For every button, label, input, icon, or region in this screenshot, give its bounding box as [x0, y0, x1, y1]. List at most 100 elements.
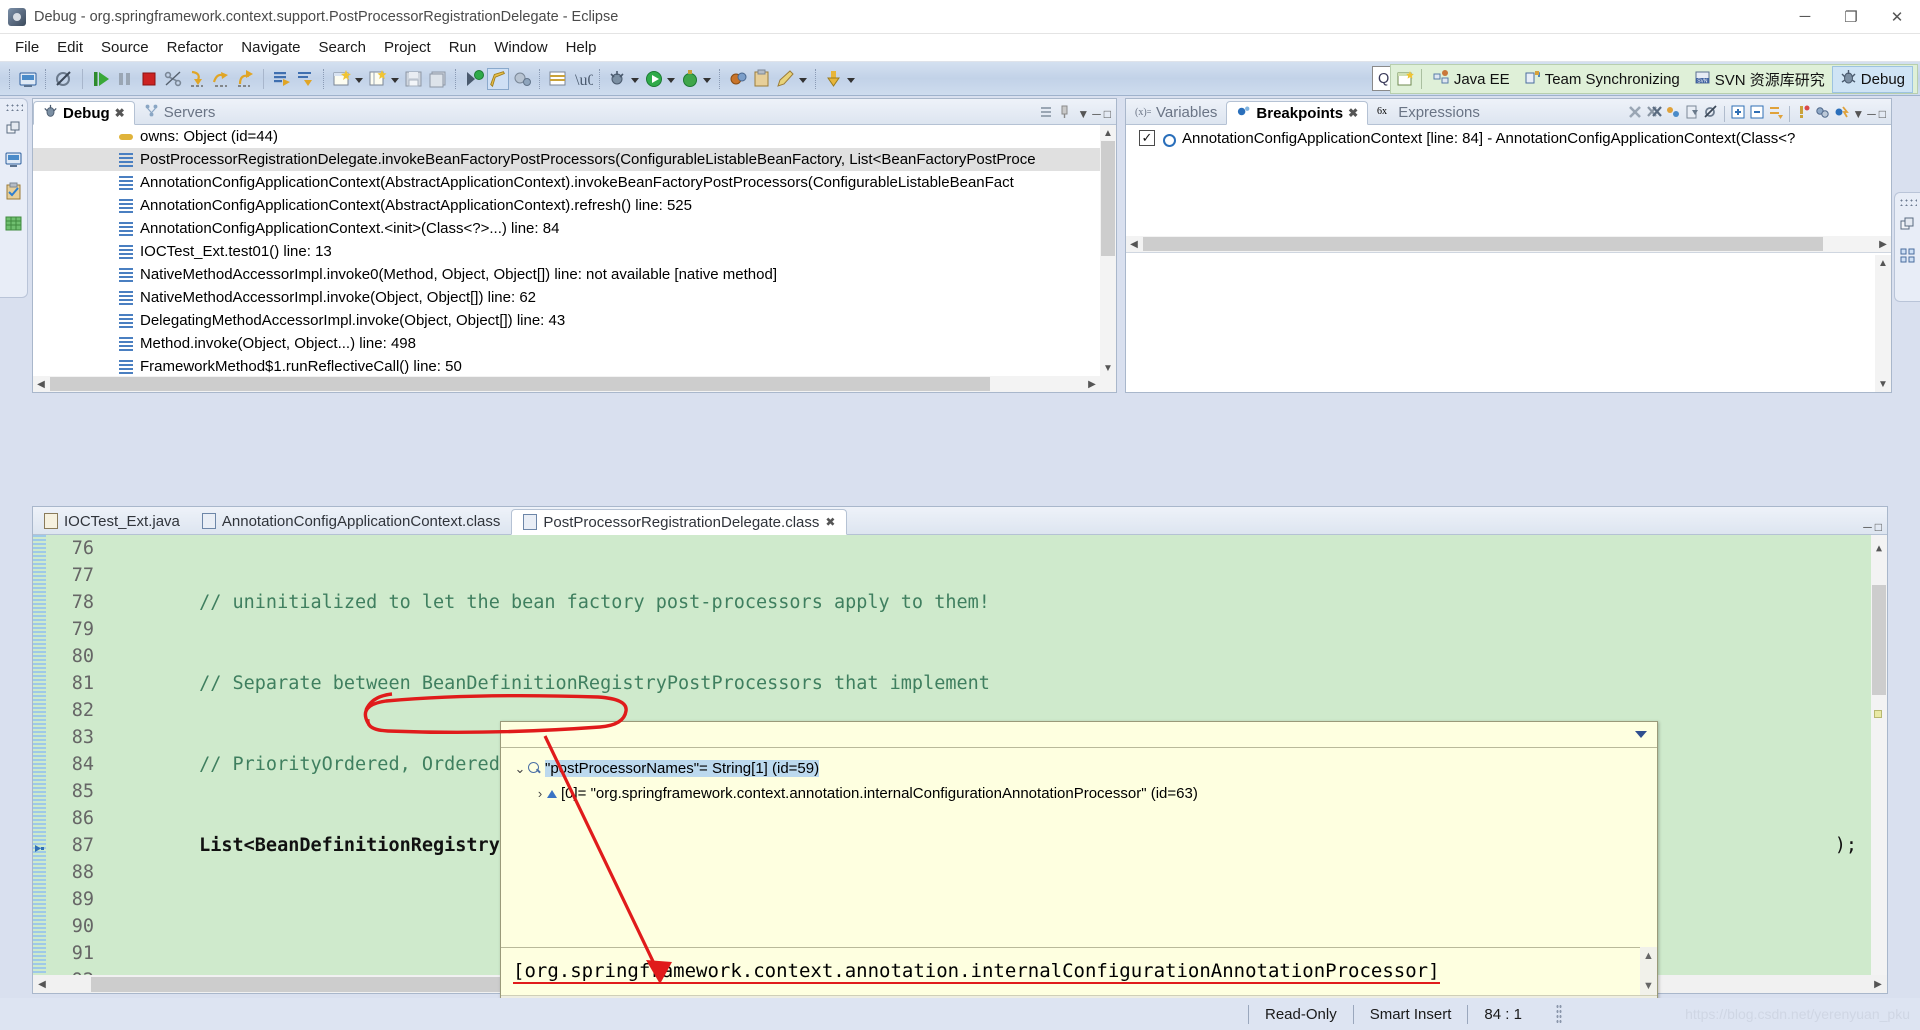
close-button[interactable]: ✕ — [1874, 0, 1920, 33]
download-dropdown-icon[interactable] — [846, 69, 856, 89]
stack-row[interactable]: NativeMethodAccessorImpl.invoke(Object, … — [33, 286, 1116, 309]
debug-horizontal-scrollbar[interactable]: ◀ ▶ — [33, 376, 1116, 392]
expand-all-icon[interactable] — [1730, 104, 1746, 124]
close-icon[interactable]: ✖ — [115, 106, 125, 120]
debug-view-icon[interactable] — [4, 150, 23, 173]
stack-row[interactable]: PostProcessorRegistrationDelegate.invoke… — [33, 148, 1116, 171]
menu-navigate[interactable]: Navigate — [232, 37, 309, 58]
perspective-java-ee[interactable]: Java EE — [1426, 67, 1517, 92]
sort-breakpoints-icon[interactable] — [1768, 104, 1784, 124]
goto-file-icon[interactable] — [1684, 104, 1700, 124]
stack-row[interactable]: AnnotationConfigApplicationContext.<init… — [33, 217, 1116, 240]
show-whitespace-icon[interactable]: \u00b6 — [571, 68, 619, 90]
resume-icon[interactable] — [90, 68, 112, 90]
remove-breakpoint-icon[interactable] — [1627, 104, 1643, 124]
add-exception-breakpoint-icon[interactable] — [1795, 104, 1811, 124]
popup-variable-tree[interactable]: ⌄ "postProcessorNames"= String[1] (id=59… — [501, 748, 1657, 806]
perspective-debug[interactable]: Debug — [1831, 65, 1913, 93]
maximize-view-icon[interactable]: □ — [1104, 107, 1111, 121]
perspective-team-synchronizing[interactable]: Team Synchronizing — [1517, 67, 1687, 92]
popup-menu-icon[interactable] — [1635, 731, 1647, 738]
debug-view-menu-icon[interactable] — [1039, 104, 1055, 124]
menu-window[interactable]: Window — [485, 37, 556, 58]
tasks-view-icon[interactable] — [4, 182, 23, 205]
debug-vertical-scrollbar[interactable]: ▲ ▼ — [1100, 125, 1116, 376]
tab-expressions[interactable]: 6x Expressions — [1368, 100, 1489, 124]
maximize-editor-icon[interactable]: □ — [1875, 520, 1882, 534]
skip-all-breakpoints-view-icon[interactable] — [1703, 104, 1719, 124]
debug-history-dropdown-icon[interactable] — [630, 69, 640, 89]
restore-view-icon[interactable] — [5, 120, 22, 141]
step-into-icon[interactable] — [186, 68, 208, 90]
new-wizard-dropdown-icon[interactable] — [354, 69, 364, 89]
annotation-ruler[interactable] — [33, 535, 46, 975]
minimize-view-icon[interactable]: ─ — [1092, 107, 1101, 121]
close-icon[interactable]: ✖ — [825, 515, 835, 529]
drop-to-frame-icon[interactable] — [271, 68, 293, 90]
editor-overview-ruler[interactable]: ▲ — [1871, 535, 1887, 975]
use-step-filters-icon[interactable] — [295, 68, 317, 90]
menu-search[interactable]: Search — [309, 37, 375, 58]
stack-row[interactable]: AnnotationConfigApplicationContext(Abstr… — [33, 194, 1116, 217]
editor-tab-postprocessorregistrationdelegate[interactable]: PostProcessorRegistrationDelegate.class … — [511, 509, 848, 535]
popup-tree-row[interactable]: ⌄ "postProcessorNames"= String[1] (id=59… — [511, 756, 1657, 781]
save-all-icon[interactable] — [427, 68, 449, 90]
editor-tab-annotationconfigapplicationcontext[interactable]: AnnotationConfigApplicationContext.class — [191, 508, 512, 534]
breakpoint-row[interactable]: ✓ AnnotationConfigApplicationContext [li… — [1126, 125, 1891, 151]
coverage-dropdown-icon[interactable] — [702, 69, 712, 89]
tab-variables[interactable]: (x)= Variables — [1126, 100, 1226, 124]
editor-tab-ioctest[interactable]: IOCTest_Ext.java — [33, 508, 191, 534]
minimize-editor-icon[interactable]: ─ — [1863, 520, 1872, 534]
close-icon[interactable]: ✖ — [1348, 106, 1358, 120]
coverage-icon[interactable] — [679, 68, 701, 90]
run-icon[interactable] — [643, 68, 665, 90]
clipboard-icon[interactable] — [751, 68, 773, 90]
download-icon[interactable] — [823, 68, 845, 90]
breakpoint-detail-pane[interactable] — [1126, 252, 1891, 392]
new-java-class-dropdown-icon[interactable] — [390, 69, 400, 89]
skip-all-breakpoints-icon[interactable] — [17, 68, 39, 90]
step-return-icon[interactable] — [234, 68, 256, 90]
breakpoint-hit-count-icon[interactable] — [1833, 104, 1850, 124]
debug-stack-list[interactable]: owns: Object (id=44) PostProcessorRegist… — [33, 125, 1116, 392]
menu-help[interactable]: Help — [557, 37, 606, 58]
stack-row[interactable]: IOCTest_Ext.test01() line: 13 — [33, 240, 1116, 263]
save-icon[interactable] — [403, 68, 425, 90]
popup-tree-row[interactable]: › [0]= "org.springframework.context.anno… — [511, 781, 1657, 806]
edit-pencil-icon[interactable] — [775, 68, 797, 90]
collapse-twisty-icon[interactable]: › — [533, 786, 547, 801]
link-with-debug-view-icon[interactable] — [1665, 104, 1681, 124]
debug-dropdown-icon[interactable] — [607, 68, 629, 90]
debug-inspect-popup[interactable]: ⌄ "postProcessorNames"= String[1] (id=59… — [500, 721, 1658, 1030]
open-perspective-toolbar-icon[interactable] — [727, 68, 749, 90]
breakpoint-detail-scrollbar[interactable]: ▲ ▼ — [1875, 255, 1891, 392]
menu-edit[interactable]: Edit — [48, 37, 92, 58]
minimize-button[interactable]: ─ — [1782, 0, 1828, 33]
debug-launch-icon[interactable] — [463, 68, 485, 90]
minimize-view-icon[interactable]: ─ — [1867, 107, 1876, 121]
stack-row[interactable]: DelegatingMethodAccessorImpl.invoke(Obje… — [33, 309, 1116, 332]
terminate-icon[interactable] — [138, 68, 160, 90]
servers-view-icon[interactable] — [4, 214, 23, 237]
tab-debug[interactable]: Debug ✖ — [33, 101, 135, 125]
menu-source[interactable]: Source — [92, 37, 158, 58]
breakpoint-checkbox[interactable]: ✓ — [1139, 130, 1155, 146]
menu-project[interactable]: Project — [375, 37, 440, 58]
working-sets-icon[interactable] — [1814, 104, 1830, 124]
popup-value-text[interactable]: [org.springframework.context.annotation.… — [501, 947, 1657, 995]
popup-value-vertical-scrollbar[interactable]: ▲ ▼ — [1640, 947, 1657, 995]
breakpoints-horizontal-scrollbar[interactable]: ◀ ▶ — [1126, 236, 1891, 252]
new-java-class-icon[interactable] — [367, 68, 389, 90]
pin-view-icon[interactable] — [1058, 104, 1074, 124]
status-drag-handle[interactable] — [1555, 1004, 1562, 1024]
disable-breakpoints-icon[interactable] — [53, 68, 75, 90]
stack-row[interactable]: FrameworkMethod$1.runReflectiveCall() li… — [33, 355, 1116, 378]
tab-servers[interactable]: Servers — [135, 100, 225, 124]
perspective-svn-repository[interactable]: SVN SVN 资源库研究 — [1687, 67, 1832, 92]
restore-view-icon-right[interactable] — [1899, 216, 1916, 237]
stack-row[interactable]: NativeMethodAccessorImpl.invoke0(Method,… — [33, 263, 1116, 286]
tab-breakpoints[interactable]: Breakpoints ✖ — [1226, 101, 1369, 125]
view-menu-icon[interactable]: ▼ — [1077, 107, 1089, 121]
expand-twisty-icon[interactable]: ⌄ — [513, 761, 527, 777]
stack-row[interactable]: AnnotationConfigApplicationContext(Abstr… — [33, 171, 1116, 194]
